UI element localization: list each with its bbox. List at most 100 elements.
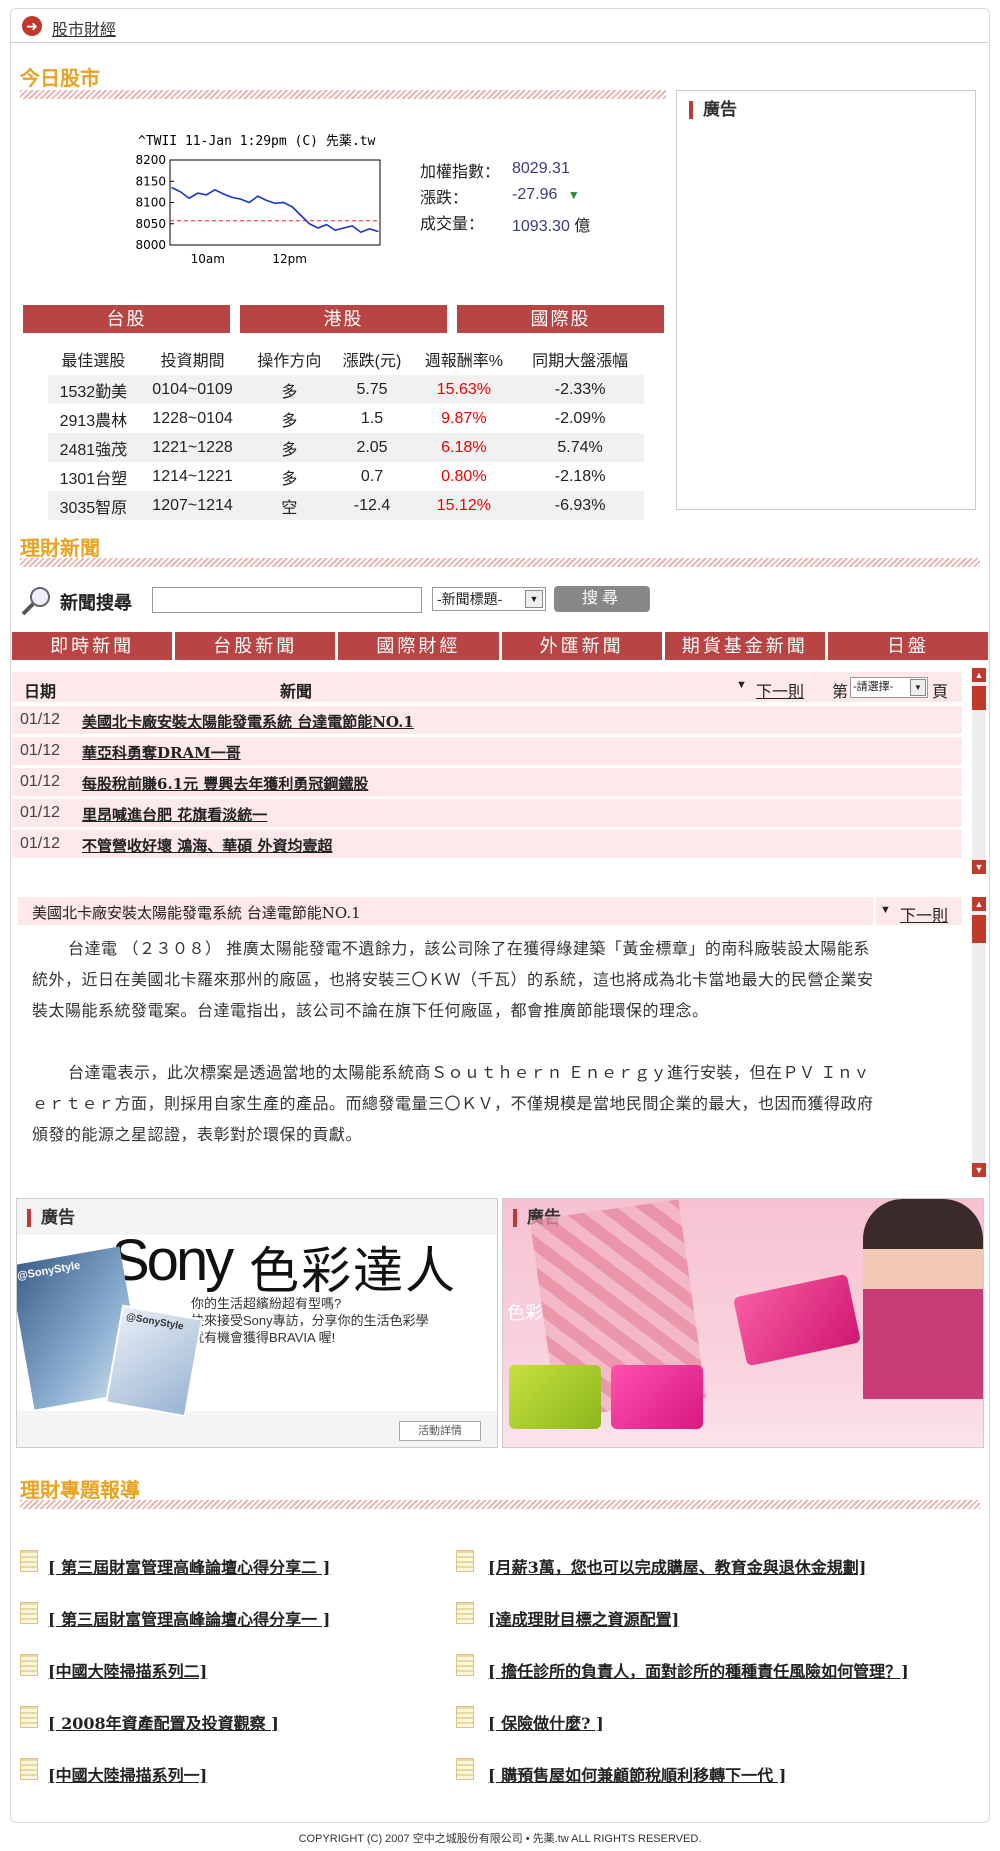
table-cell: -2.33% [516, 375, 644, 404]
document-icon [20, 1758, 38, 1780]
scroll-down-icon[interactable]: ▼ [972, 860, 986, 874]
chart-data-point [300, 214, 302, 216]
news-tabs: 即時新聞 台股新聞 國際財經 外匯新聞 期貨基金新聞 日盤 [12, 632, 989, 660]
article-title: 美國北卡廠安裝太陽能發電系統 台達電節能NO.1 [32, 904, 361, 922]
report-link[interactable]: [中國大陸掃描系列二] [48, 1658, 207, 1682]
chart-x-tick-label: 10am [191, 252, 225, 266]
chart-data-point [205, 194, 207, 196]
table-cell: 9.87% [441, 409, 487, 427]
breadcrumb[interactable]: 股市財經 [52, 16, 116, 40]
tab-tw-stock-news[interactable]: 台股新聞 [175, 632, 336, 660]
document-icon [456, 1706, 474, 1728]
document-icon [20, 1706, 38, 1728]
chart-data-point [214, 189, 216, 191]
news-date: 01/12 [20, 773, 61, 790]
search-button[interactable]: 搜尋 [554, 586, 650, 612]
news-list-item[interactable]: 01/12 每股稅前賺6.1元 豐興去年獲利勇冠鋼鐵股 [12, 768, 962, 796]
index-value: 8029.31 [512, 160, 570, 177]
search-field-select[interactable]: -新聞標題- ▼ [432, 587, 546, 611]
ad-tag: @SonyStyle [16, 1259, 82, 1283]
ad-box-camera[interactable]: 廣告 色彩 [502, 1198, 984, 1448]
tab-intl-finance[interactable]: 國際財經 [338, 632, 499, 660]
document-icon [456, 1758, 474, 1780]
col-header: 同期大盤漲幅 [532, 353, 629, 370]
report-link[interactable]: [達成理財目標之資源配置] [488, 1606, 679, 1630]
news-list-scrollbar[interactable]: ▲ ▼ [972, 668, 986, 874]
chart-data-point [248, 201, 250, 204]
news-title-link[interactable]: 美國北卡廠安裝太陽能發電系統 台達電節能NO.1 [82, 711, 414, 732]
volume-unit: 億 [574, 218, 591, 235]
tab-tw-stock[interactable]: 台股 [23, 305, 230, 333]
index-chart: ^TWII 11-Jan 1:29pm (C) 先薬.tw 8200 8150 81… [135, 134, 381, 266]
chart-y-tick-label: 8200 [135, 153, 166, 167]
col-header: 漲跌(元) [342, 353, 402, 370]
scroll-down-icon[interactable]: ▼ [972, 1163, 986, 1177]
next-article-link[interactable]: 下一則 [900, 902, 948, 926]
table-cell: 15.63% [411, 375, 517, 404]
tab-day-session[interactable]: 日盤 [827, 632, 989, 660]
chevron-down-icon: ▼ [525, 590, 543, 608]
tab-hk-stock[interactable]: 港股 [240, 305, 447, 333]
table-cell: 1.5 [360, 409, 384, 427]
document-icon [20, 1550, 38, 1572]
chart-data-point [360, 231, 362, 233]
table-cell: 5.74% [516, 433, 644, 462]
article-scrollbar[interactable]: ▲ ▼ [972, 897, 986, 1177]
tab-forex-news[interactable]: 外匯新聞 [501, 632, 662, 660]
scroll-up-icon[interactable]: ▲ [972, 668, 986, 682]
table-cell: -2.18% [554, 467, 606, 485]
news-title-link[interactable]: 不管營收好壞 鴻海、華碩 外資均壹超 [82, 835, 332, 856]
chart-data-point [308, 223, 310, 225]
report-link[interactable]: [ 擔任診所的負責人，面對診所的種種責任風險如何管理？] [488, 1658, 909, 1682]
table-cell: -2.09% [554, 409, 606, 427]
report-link[interactable]: [ 第三屆財富管理高峰論壇心得分享一 ] [48, 1606, 330, 1630]
news-list-item[interactable]: 01/12 里昂喊進台肥 花旗看淡統一 [12, 799, 962, 827]
chart-data-point [257, 195, 259, 197]
table-row: 1532勤美 0104~0109 多 5.75 15.63% -2.33% [48, 375, 644, 404]
section-title-news: 理財新聞 [20, 538, 100, 560]
tab-realtime-news[interactable]: 即時新聞 [12, 632, 173, 660]
news-title-link[interactable]: 華亞科勇奪DRAM一哥 [82, 742, 241, 763]
search-select-value: -新聞標題- [437, 591, 503, 607]
chart-y-tick-label: 8050 [135, 217, 166, 231]
tab-intl-stock[interactable]: 國際股 [457, 305, 664, 333]
news-list-header: 日期 新聞 ▼ 下一則 第 -請選擇- ▼ 頁 [12, 672, 962, 702]
table-cell: 多 [281, 470, 298, 488]
chart-data-point [231, 196, 233, 198]
document-icon [456, 1550, 474, 1572]
chart-data-point [265, 199, 268, 201]
news-title-link[interactable]: 里昂喊進台肥 花旗看淡統一 [82, 804, 267, 825]
col-date: 日期 [24, 684, 57, 701]
ad-box-sony[interactable]: 廣告 Sony 色彩達人 你的生活超繽紛超有型嗎? 快來接受Sony專訪，分享你… [16, 1198, 498, 1448]
table-header-row: 最佳選股 投資期間 操作方向 漲跌(元) 週報酬率% 同期大盤漲幅 [48, 343, 644, 375]
next-news-link[interactable]: 下一則 [756, 678, 804, 702]
report-link[interactable]: [ 購預售屋如何兼顧節稅順利移轉下一代 ] [488, 1762, 786, 1786]
report-link[interactable]: [月薪3萬，您也可以完成購屋、教育金與退休金規劃] [488, 1554, 866, 1578]
search-input[interactable] [152, 587, 422, 613]
news-list-item[interactable]: 01/12 華亞科勇奪DRAM一哥 [12, 737, 962, 765]
ad-copy-line: 就有機會獲得BRAVIA 喔! [191, 1330, 336, 1345]
page-select[interactable]: -請選擇- ▼ [850, 677, 928, 698]
tab-futures-fund-news[interactable]: 期貨基金新聞 [664, 632, 825, 660]
news-title-link[interactable]: 每股稅前賺6.1元 豐興去年獲利勇冠鋼鐵股 [82, 773, 368, 794]
news-list-item[interactable]: 01/12 美國北卡廠安裝太陽能發電系統 台達電節能NO.1 [12, 706, 962, 734]
ad-copy-line: 你的生活超繽紛超有型嗎? [191, 1296, 342, 1311]
scroll-up-icon[interactable]: ▲ [972, 897, 986, 911]
chart-data-point [179, 191, 182, 193]
chart-data-point [317, 227, 319, 229]
ad-box-right[interactable]: 廣告 [676, 90, 976, 510]
ad-copy: 你的生活超繽紛超有型嗎? 快來接受Sony專訪，分享你的生活色彩學 就有機會獲得… [191, 1295, 429, 1346]
news-list-item[interactable]: 01/12 不管營收好壞 鴻海、華碩 外資均壹超 [12, 830, 962, 858]
report-link[interactable]: [ 第三屆財富管理高峰論壇心得分享二 ] [48, 1554, 330, 1578]
report-link[interactable]: [ 保險做什麼? ] [488, 1710, 604, 1734]
report-link[interactable]: [中國大陸掃描系列一] [48, 1762, 207, 1786]
table-row: 1301台塑 1214~1221 多 0.7 0.80% -2.18% [48, 462, 644, 491]
scroll-thumb[interactable] [972, 686, 986, 710]
table-cell: 1228~0104 [152, 409, 233, 427]
report-link[interactable]: [ 2008年資產配置及投資觀察 ] [48, 1710, 279, 1734]
scroll-thumb[interactable] [972, 915, 986, 943]
table-cell: 15.12% [411, 491, 517, 520]
ad-detail-button[interactable]: 活動詳情 [399, 1421, 481, 1441]
change-label: 漲跌： [420, 190, 469, 207]
table-cell: 3035智原 [48, 491, 139, 520]
